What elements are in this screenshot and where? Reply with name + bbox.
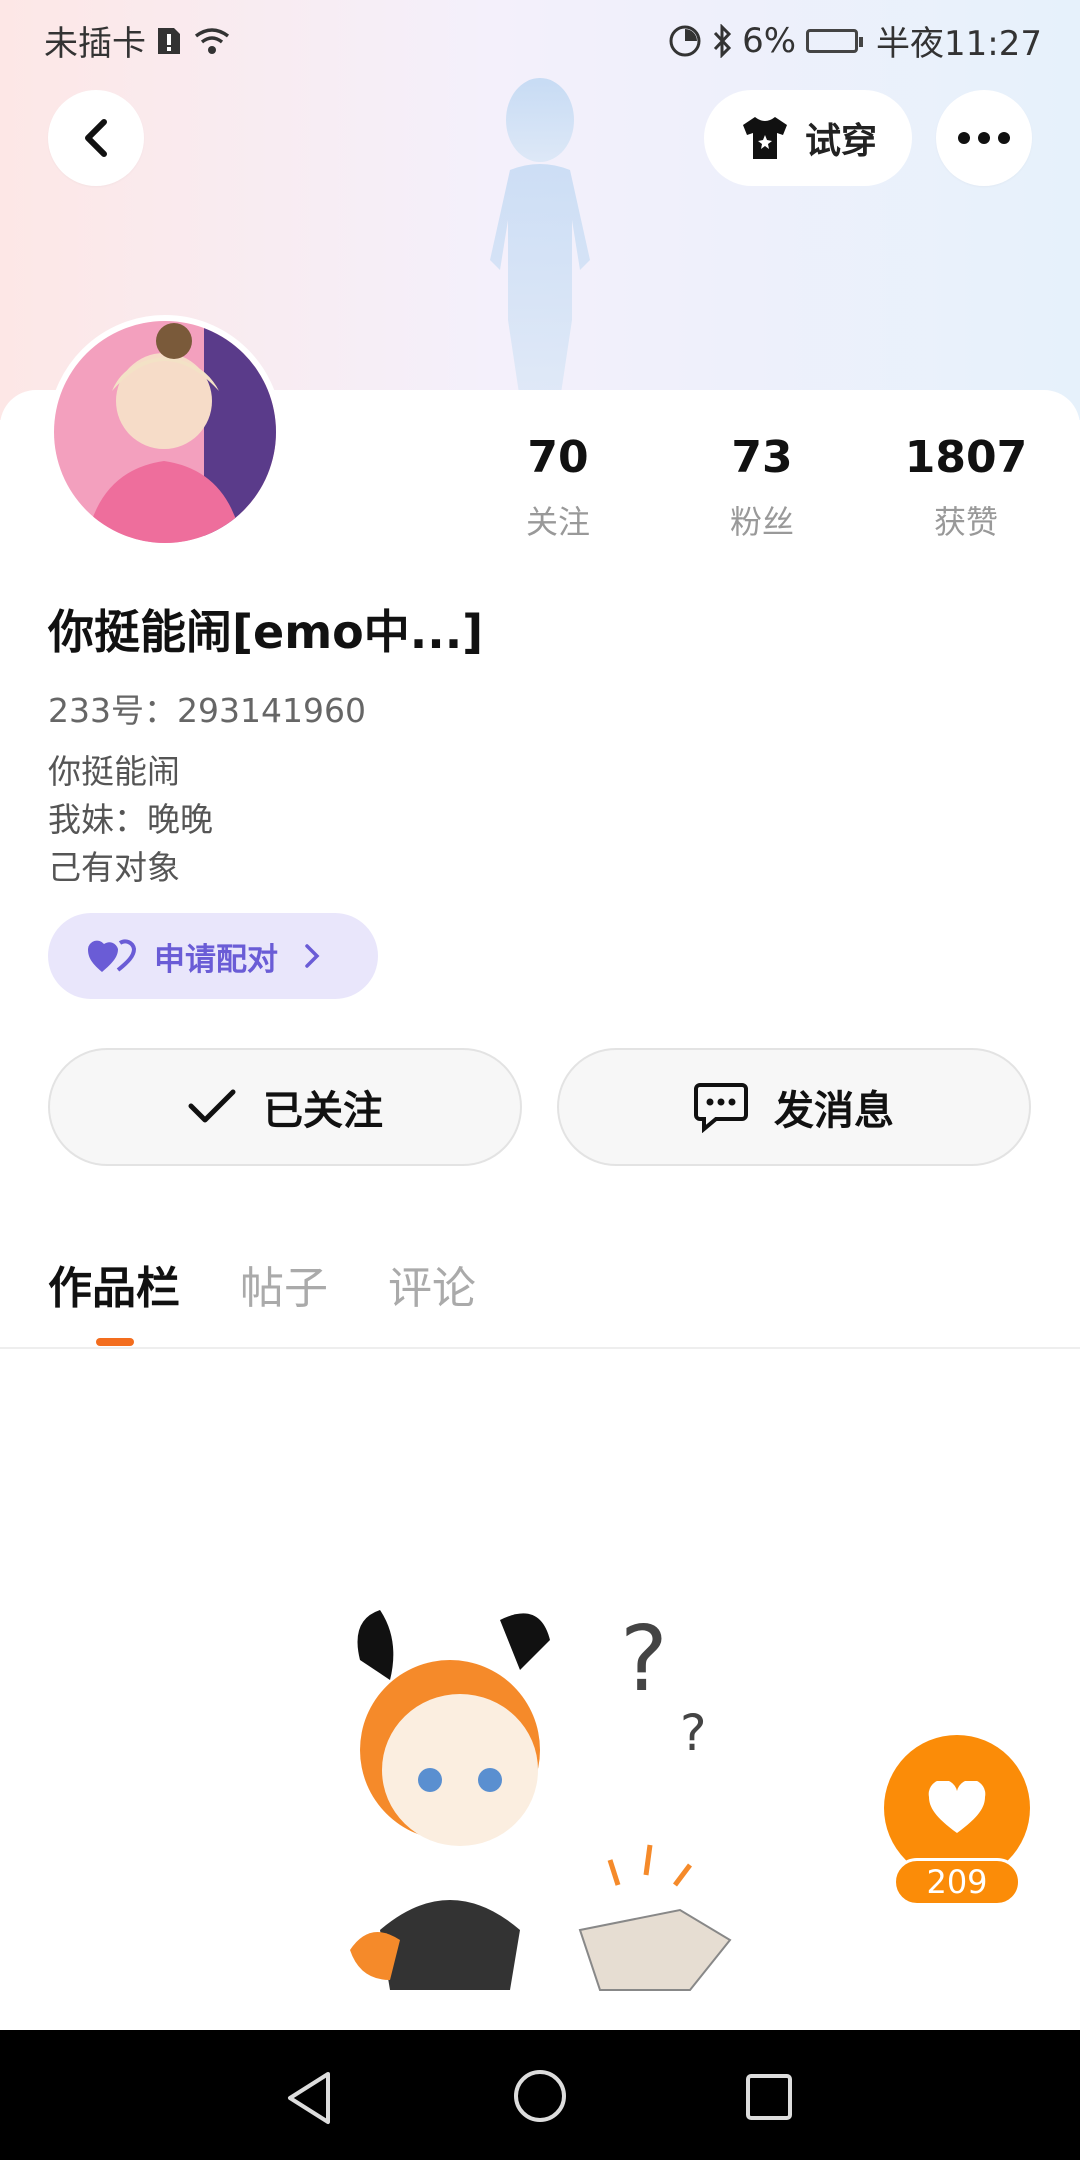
bio: 你挺能闹 我妹：晚晚 己有对象 <box>48 748 213 892</box>
data-saver-icon <box>669 25 701 56</box>
wifi-icon <box>194 27 230 54</box>
bio-line: 我妹：晚晚 <box>48 800 213 839</box>
avatar[interactable] <box>48 315 282 549</box>
tab-works[interactable]: 作品栏 <box>48 1252 180 1316</box>
content-tabs: 作品栏 帖子 评论 <box>48 1252 476 1316</box>
try-on-button[interactable]: 试穿 <box>704 90 912 186</box>
battery-icon <box>806 28 864 53</box>
like-count-badge: 209 <box>893 1858 1021 1906</box>
recents-square-icon[interactable] <box>744 2072 794 2122</box>
send-message-label: 发消息 <box>774 1088 894 1134</box>
more-options-button[interactable] <box>936 90 1032 186</box>
send-message-button[interactable]: 发消息 <box>557 1048 1031 1166</box>
system-navigation-bar <box>0 2030 1080 2160</box>
try-on-label: 试穿 <box>804 121 877 162</box>
shirt-icon <box>742 117 787 159</box>
clock: 半夜11:27 <box>876 24 1042 64</box>
chevron-right-icon <box>305 944 320 968</box>
user-id: 233号：293141960 <box>48 691 366 730</box>
more-dots-icon <box>958 132 1010 144</box>
followed-label: 已关注 <box>263 1088 383 1134</box>
nickname: 你挺能闹[emo中...] <box>48 605 484 659</box>
stat-label: 粉丝 <box>729 503 794 541</box>
stat-likes[interactable]: 1807 获赞 <box>886 432 1046 543</box>
svg-text:?: ? <box>680 1704 707 1762</box>
battery-percent: 6% <box>742 20 797 61</box>
back-button[interactable] <box>48 90 144 186</box>
back-arrow-icon <box>85 119 107 157</box>
stat-label: 获赞 <box>933 503 998 541</box>
pair-request-button[interactable]: 申请配对 <box>48 913 378 999</box>
tab-posts[interactable]: 帖子 <box>240 1252 328 1316</box>
checkmark-icon <box>188 1089 236 1123</box>
stat-value: 1807 <box>904 432 1028 483</box>
tab-comments[interactable]: 评论 <box>388 1252 476 1316</box>
double-heart-icon <box>88 939 136 972</box>
pair-request-label: 申请配对 <box>154 941 278 978</box>
svg-text:?: ? <box>620 1607 668 1712</box>
bluetooth-icon <box>713 23 732 58</box>
sim-icon <box>158 27 180 54</box>
followed-button[interactable]: 已关注 <box>48 1048 522 1166</box>
bio-line: 你挺能闹 <box>48 752 180 791</box>
bio-line: 己有对象 <box>48 848 180 887</box>
active-tab-indicator <box>96 1338 134 1346</box>
home-circle-icon[interactable] <box>512 2068 568 2124</box>
status-bar: 未插卡 6% 半夜11:27 <box>0 0 1080 76</box>
tabs-divider <box>0 1347 1080 1349</box>
chat-bubble-icon <box>694 1083 748 1133</box>
back-triangle-icon[interactable] <box>284 2070 334 2126</box>
carrier-text: 未插卡 <box>44 24 146 64</box>
heart-icon <box>928 1781 986 1833</box>
stat-value: 73 <box>731 432 793 483</box>
stat-following[interactable]: 70 关注 <box>478 432 638 543</box>
stat-followers[interactable]: 73 粉丝 <box>682 432 842 543</box>
stat-value: 70 <box>527 432 589 483</box>
stat-label: 关注 <box>525 503 590 541</box>
avatar-3d-figure <box>490 78 590 400</box>
empty-state-illustration: ? ? <box>350 1607 732 1991</box>
